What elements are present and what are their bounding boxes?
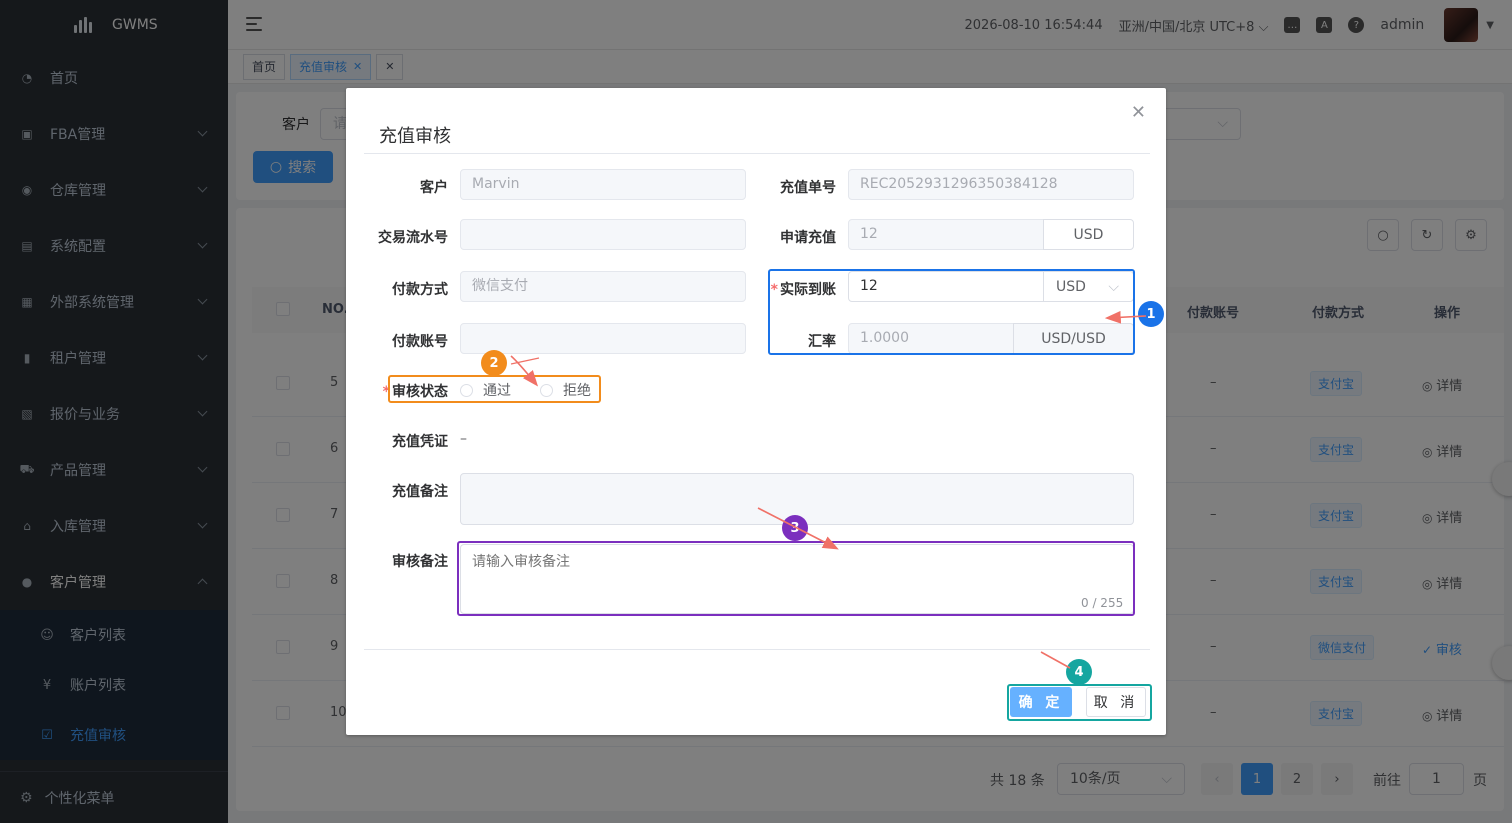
order-value: REC2052931296350384128 bbox=[860, 176, 1058, 192]
radio-circle bbox=[540, 383, 553, 397]
customer-label: 客户 bbox=[420, 180, 448, 196]
badge-number: 2 bbox=[489, 355, 499, 371]
annotation-badge-2: 2 bbox=[481, 350, 507, 376]
voucher-label: 充值凭证 bbox=[392, 434, 448, 450]
audit-remark-textarea[interactable] bbox=[460, 544, 1134, 614]
apply-currency-value: USD bbox=[1073, 226, 1104, 243]
audit-remark-label: 审核备注 bbox=[392, 554, 448, 570]
cancel-button[interactable]: 取 消 bbox=[1086, 687, 1146, 717]
close-icon[interactable]: ✕ bbox=[1131, 102, 1146, 123]
badge-number: 3 bbox=[790, 520, 800, 536]
chevron-down-icon: ⌵ bbox=[1108, 278, 1119, 295]
apply-currency: USD bbox=[1043, 219, 1134, 250]
status-reject-label: 拒绝 bbox=[563, 383, 591, 399]
arrow-2-tail bbox=[510, 357, 540, 365]
pay-method-field: 微信支付 bbox=[460, 271, 746, 302]
arrow-2 bbox=[510, 355, 539, 387]
transaction-label: 交易流水号 bbox=[378, 230, 448, 246]
confirm-button[interactable]: 确 定 bbox=[1010, 687, 1072, 717]
apply-amount-value: 12 bbox=[860, 226, 878, 242]
status-pass-label: 通过 bbox=[483, 383, 511, 399]
dialog-title: 充值审核 bbox=[379, 126, 451, 147]
cancel-label: 取 消 bbox=[1093, 695, 1139, 711]
actual-amount-value: 12 bbox=[860, 278, 878, 294]
rate-pair: USD/USD bbox=[1013, 323, 1134, 354]
order-label: 充值单号 bbox=[780, 180, 836, 196]
voucher-value: – bbox=[460, 431, 467, 447]
actual-currency-value: USD bbox=[1056, 278, 1086, 295]
actual-currency-select[interactable]: USD ⌵ bbox=[1043, 271, 1134, 302]
required-mark: * bbox=[770, 282, 778, 298]
pay-account-field bbox=[460, 323, 746, 354]
transaction-field bbox=[460, 219, 746, 250]
rate-field: 1.0000 bbox=[848, 323, 1014, 354]
divider bbox=[364, 649, 1150, 650]
pay-account-label: 付款账号 bbox=[392, 334, 448, 350]
radio-circle bbox=[460, 383, 473, 397]
customer-field: Marvin bbox=[460, 169, 746, 200]
badge-number: 1 bbox=[1146, 306, 1156, 322]
pay-method-label: 付款方式 bbox=[392, 282, 448, 298]
remark-label: 充值备注 bbox=[392, 484, 448, 500]
annotation-badge-1: 1 bbox=[1138, 301, 1164, 327]
apply-amount-label: 申请充值 bbox=[780, 230, 836, 246]
arrow-4 bbox=[1040, 651, 1071, 669]
annotation-badge-3: 3 bbox=[782, 515, 808, 541]
customer-value: Marvin bbox=[472, 176, 520, 192]
confirm-label: 确 定 bbox=[1018, 695, 1064, 711]
rate-value: 1.0000 bbox=[860, 330, 909, 346]
status-reject-radio[interactable]: 拒绝 bbox=[540, 380, 591, 400]
audit-status-label: * 审核状态 bbox=[380, 381, 448, 401]
status-pass-radio[interactable]: 通过 bbox=[460, 380, 511, 400]
badge-number: 4 bbox=[1074, 664, 1084, 680]
recharge-audit-dialog: 充值审核 ✕ 客户 Marvin 充值单号 REC205293129635038… bbox=[346, 88, 1166, 735]
required-mark: * bbox=[382, 384, 390, 400]
rate-label: 汇率 bbox=[808, 334, 836, 350]
audit-status-text: 审核状态 bbox=[392, 384, 448, 400]
apply-amount-field: 12 bbox=[848, 219, 1044, 250]
divider bbox=[364, 153, 1150, 154]
annotation-badge-4: 4 bbox=[1066, 659, 1092, 685]
char-counter: 0 / 255 bbox=[1081, 596, 1124, 610]
actual-amount-input[interactable]: 12 bbox=[848, 271, 1044, 302]
pay-method-value: 微信支付 bbox=[472, 278, 528, 294]
order-number-field: REC2052931296350384128 bbox=[848, 169, 1134, 200]
rate-pair-value: USD/USD bbox=[1041, 330, 1106, 347]
actual-amount-label: * 实际到账 bbox=[766, 279, 836, 299]
actual-amount-text: 实际到账 bbox=[780, 282, 836, 298]
